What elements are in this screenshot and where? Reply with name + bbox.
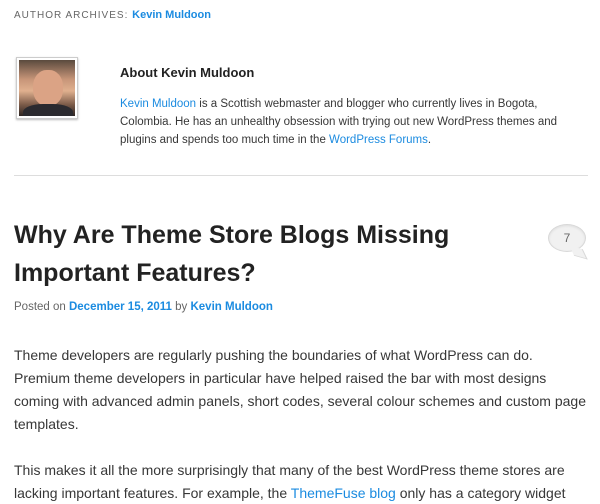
by-label: by	[171, 301, 191, 313]
post-paragraph-text: only has a category widget	[395, 485, 566, 501]
post-paragraph: Theme developers are regularly pushing t…	[14, 347, 586, 432]
avatar-image	[19, 60, 75, 116]
comment-count[interactable]: 7	[564, 231, 571, 245]
comment-count-bubble[interactable]: 7	[548, 224, 586, 252]
post-title[interactable]: Why Are Theme Store Blogs Missing Import…	[14, 216, 514, 292]
author-info-box: About Kevin Muldoon Kevin Muldoon is a S…	[14, 54, 588, 176]
archive-author-link[interactable]: Kevin Muldoon	[132, 9, 211, 21]
post-date-link[interactable]: December 15, 2011	[69, 301, 172, 313]
themefuse-blog-link[interactable]: ThemeFuse blog	[291, 485, 396, 501]
post-content: Theme developers are regularly pushing t…	[14, 344, 590, 504]
archive-label: Author Archives:	[14, 10, 129, 21]
author-box-title: About Kevin Muldoon	[120, 65, 255, 80]
author-bio-end: .	[427, 134, 432, 146]
post-paragraph: This makes it all the more surprisingly …	[14, 459, 590, 504]
author-bio-name-link[interactable]: Kevin Muldoon	[120, 98, 196, 110]
posted-on-label: Posted on	[14, 301, 69, 313]
archive-header: Author Archives: Kevin Muldoon	[14, 9, 211, 21]
post-meta: Posted on December 15, 2011 by Kevin Mul…	[14, 301, 273, 313]
avatar	[16, 57, 78, 119]
post-author-link[interactable]: Kevin Muldoon	[190, 301, 272, 313]
author-bio: Kevin Muldoon is a Scottish webmaster an…	[120, 95, 590, 149]
wordpress-forums-link[interactable]: WordPress Forums	[329, 134, 428, 146]
